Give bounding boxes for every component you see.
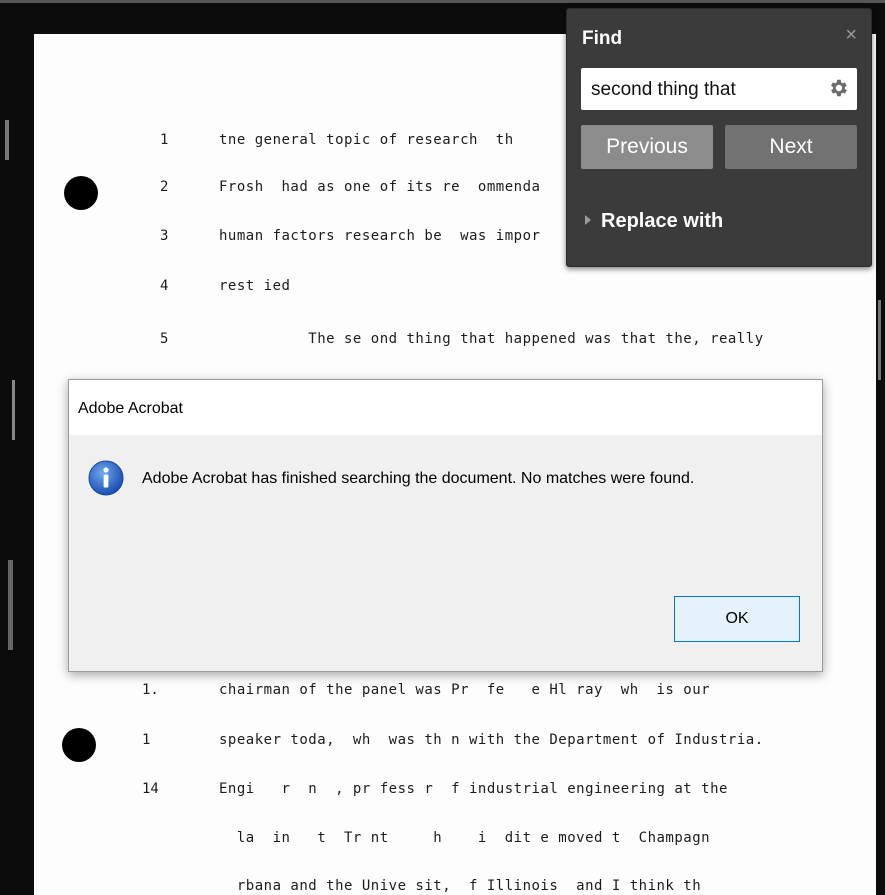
previous-button[interactable]: Previous: [581, 125, 713, 169]
punch-hole: [62, 728, 96, 762]
dialog-message: Adobe Acrobat has finished searching the…: [142, 470, 695, 487]
document-text-line: human factors research be was impor: [219, 228, 541, 244]
dialog-titlebar: Adobe Acrobat: [69, 380, 822, 435]
find-input-wrapper: [581, 68, 857, 112]
line-number: 4: [160, 278, 169, 294]
triangle-right-icon: [585, 214, 591, 225]
document-text-line: la in t Tr nt h i dit e moved t Champagn: [219, 830, 711, 846]
document-text-line: Frosh had as one of its re ommenda: [219, 179, 541, 195]
find-search-input[interactable]: [589, 68, 823, 112]
line-number: 5: [160, 331, 169, 347]
find-panel-title: Find: [582, 28, 623, 49]
document-text-line: rbana and the Unive sit, f Illinois and …: [219, 878, 702, 894]
line-number: 2: [160, 179, 169, 195]
next-button[interactable]: Next: [725, 125, 857, 169]
document-text-line: Engi r n , pr fess r f industrial engine…: [219, 781, 728, 797]
document-text-line: The se ond thing that happened was that …: [219, 331, 764, 347]
replace-with-toggle[interactable]: Replace with: [585, 210, 723, 233]
line-number: 1.: [142, 682, 159, 698]
ok-button[interactable]: OK: [674, 596, 800, 642]
document-text-line: speaker toda, wh was th n with the Depar…: [219, 732, 764, 748]
document-text-line: tne general topic of research th: [219, 132, 514, 148]
find-panel: Find × Previous Next Replace with: [566, 8, 872, 267]
line-number: 14: [142, 781, 159, 797]
line-number: 1: [142, 732, 151, 748]
document-text-line: chairman of the panel was Pr fe e Hl ray…: [219, 682, 711, 698]
line-number: 1: [160, 132, 169, 148]
search-complete-dialog: Adobe Acrobat Adobe Acrobat has finished…: [68, 379, 823, 672]
document-text-line: rest ied: [219, 278, 291, 294]
dialog-title: Adobe Acrobat: [78, 400, 183, 417]
line-number: 3: [160, 228, 169, 244]
close-icon[interactable]: ×: [845, 24, 857, 47]
info-icon: [88, 460, 124, 496]
punch-hole: [64, 176, 98, 210]
replace-with-label: Replace with: [601, 210, 724, 232]
gear-icon[interactable]: [827, 77, 849, 99]
